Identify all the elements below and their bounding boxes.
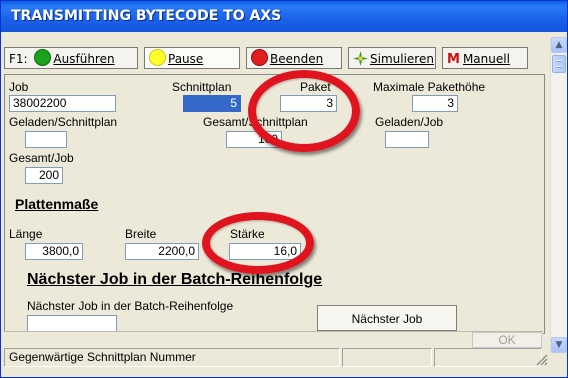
breite-label: Breite (125, 227, 157, 241)
schnittplan-label: Schnittplan (172, 80, 232, 94)
toolbar: F1: Ausführen Pause Beenden Simulieren M… (4, 47, 532, 71)
job-label: Job (9, 80, 29, 94)
laenge-field[interactable]: 3800,0 (25, 243, 83, 260)
vertical-scrollbar[interactable]: ▲ ▼ (550, 37, 567, 353)
yellow-dot-icon (149, 49, 166, 66)
highlight-oval-paket (248, 70, 360, 152)
next-job-field[interactable] (27, 315, 117, 332)
breite-field[interactable]: 2200,0 (125, 243, 199, 260)
scroll-down-icon[interactable]: ▼ (551, 337, 567, 353)
simulate-label: Simulieren (370, 52, 434, 66)
status-bar: Gegenwärtige Schnittplan Nummer (4, 348, 548, 368)
geladen-schnittplan-label: Geladen/Schnittplan (9, 115, 118, 129)
resize-grip-icon[interactable] (534, 352, 548, 366)
pause-label: Pause (168, 52, 204, 66)
run-label: Ausführen (53, 52, 115, 66)
stop-button[interactable]: Beenden (246, 47, 342, 69)
next-job-heading: Nächster Job in der Batch-Reihenfolge (27, 271, 323, 288)
geladen-schnittplan-field[interactable] (25, 131, 67, 148)
sparkle-icon (353, 51, 368, 66)
green-dot-icon (34, 49, 52, 66)
f1-label: F1: (9, 52, 28, 66)
simulate-button[interactable]: Simulieren (348, 47, 436, 69)
pause-button[interactable]: Pause (144, 47, 240, 69)
next-job-button[interactable]: Nächster Job (317, 305, 457, 331)
max-paket-label: Maximale Pakethöhe (373, 80, 486, 94)
manual-label: Manuell (462, 52, 510, 66)
ok-button[interactable]: OK (472, 332, 542, 348)
gesamt-job-label: Gesamt/Job (9, 151, 74, 165)
gesamt-job-field[interactable]: 200 (25, 167, 63, 184)
plattenmasse-heading: Plattenmaße (15, 196, 99, 212)
manual-m-icon: M (447, 52, 460, 67)
job-field[interactable]: 38002200 (9, 95, 116, 112)
bottom-strip: OK (4, 331, 543, 348)
title-bar[interactable]: TRANSMITTING BYTECODE TO AXS (1, 1, 567, 32)
status-text: Gegenwärtige Schnittplan Nummer (4, 348, 340, 367)
highlight-oval-staerke (202, 212, 314, 274)
next-job-label: Nächster Job in der Batch-Reihenfolge (27, 299, 234, 313)
red-dot-icon (251, 49, 268, 66)
window-title: TRANSMITTING BYTECODE TO AXS (11, 8, 282, 24)
stop-label: Beenden (270, 52, 324, 66)
geladen-job-field[interactable] (385, 131, 429, 148)
status-cell-3 (434, 348, 542, 367)
laenge-label: Länge (9, 227, 43, 241)
status-cell-2 (342, 348, 432, 367)
scroll-up-icon[interactable]: ▲ (551, 37, 567, 53)
schnittplan-field[interactable]: 5 (183, 95, 241, 112)
manual-button[interactable]: M Manuell (442, 47, 528, 69)
geladen-job-label: Geladen/Job (375, 115, 444, 129)
scroll-thumb[interactable] (552, 55, 566, 73)
max-paket-field[interactable]: 3 (412, 95, 458, 112)
run-button[interactable]: F1: Ausführen (4, 47, 138, 69)
